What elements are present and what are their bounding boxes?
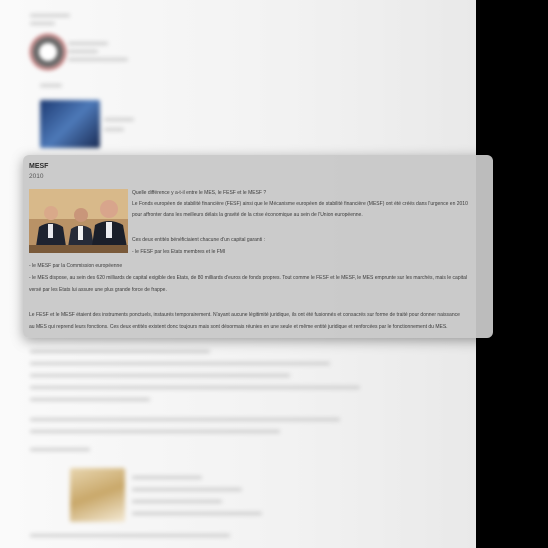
text-line: Le Fonds européen de stabilité financièr…	[132, 201, 468, 207]
text-line: pour affronter dans les meilleurs délais…	[132, 212, 363, 218]
card-year: 2010	[29, 173, 44, 180]
article-card[interactable]: MESF 2010 Quelle différence y a-t-il ent…	[23, 155, 493, 338]
text-line: Le FESF et le MESF étaient des instrumen…	[29, 312, 460, 318]
thumbnail-image	[40, 100, 100, 148]
card-title: MESF	[29, 163, 49, 170]
text-line: Ces deux entités bénéficiaient chacune d…	[132, 237, 265, 243]
logo-image	[30, 34, 66, 70]
text-line: au MES qui reprend leurs fonctions. Ces …	[29, 324, 448, 330]
text-line: versé par les Etats lui assure une plus …	[29, 287, 167, 293]
text-line: - le MES dispose, au sein des 620 millia…	[29, 275, 468, 281]
thumbnail-image-2	[70, 468, 125, 522]
text-line: Quelle différence y a-t-il entre le MES,…	[132, 190, 267, 196]
text-line: - le FESF par les Etats membres et le FM…	[132, 249, 226, 255]
text-line: - le MESF par la Commission européenne	[29, 263, 123, 269]
article-photo	[29, 189, 128, 253]
